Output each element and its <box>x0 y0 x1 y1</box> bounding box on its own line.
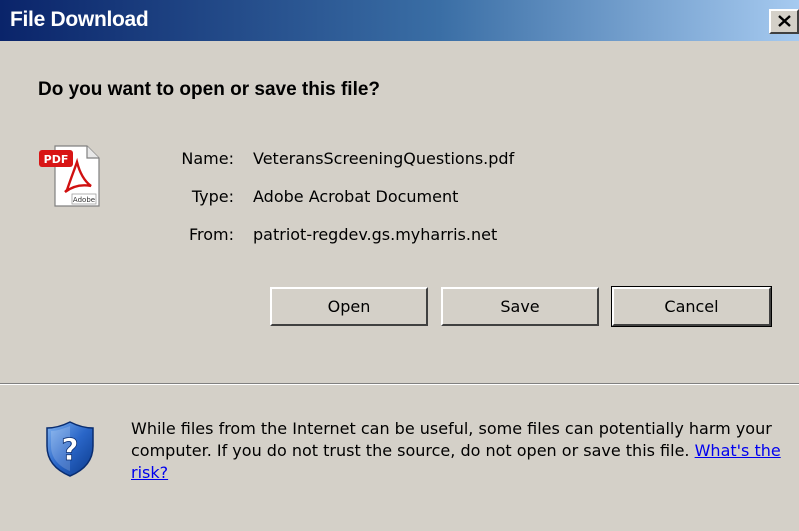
svg-text:?: ? <box>61 433 78 468</box>
title-bar[interactable]: File Download <box>0 0 799 41</box>
file-download-dialog: File Download Do you want to open or sav… <box>0 0 799 531</box>
security-shield-question-icon: ? <box>44 420 96 478</box>
from-value: patriot-regdev.gs.myharris.net <box>253 225 498 244</box>
cancel-button[interactable]: Cancel <box>611 286 772 327</box>
security-warning: While files from the Internet can be use… <box>131 418 781 484</box>
pdf-badge-top: PDF <box>44 153 69 166</box>
type-value: Adobe Acrobat Document <box>253 187 459 206</box>
open-button[interactable]: Open <box>270 287 428 326</box>
name-value: VeteransScreeningQuestions.pdf <box>253 149 515 168</box>
close-icon <box>778 15 791 27</box>
pdf-file-icon: Adobe PDF <box>37 144 103 208</box>
warning-text: While files from the Internet can be use… <box>131 419 772 460</box>
window-title: File Download <box>10 8 149 31</box>
from-label: From: <box>188 225 234 244</box>
type-label: Type: <box>191 187 234 206</box>
separator <box>0 383 799 385</box>
save-button[interactable]: Save <box>441 287 599 326</box>
pdf-badge-bottom: Adobe <box>73 196 95 204</box>
close-button[interactable] <box>769 9 799 34</box>
name-label: Name: <box>181 149 234 168</box>
dialog-question: Do you want to open or save this file? <box>38 79 381 100</box>
